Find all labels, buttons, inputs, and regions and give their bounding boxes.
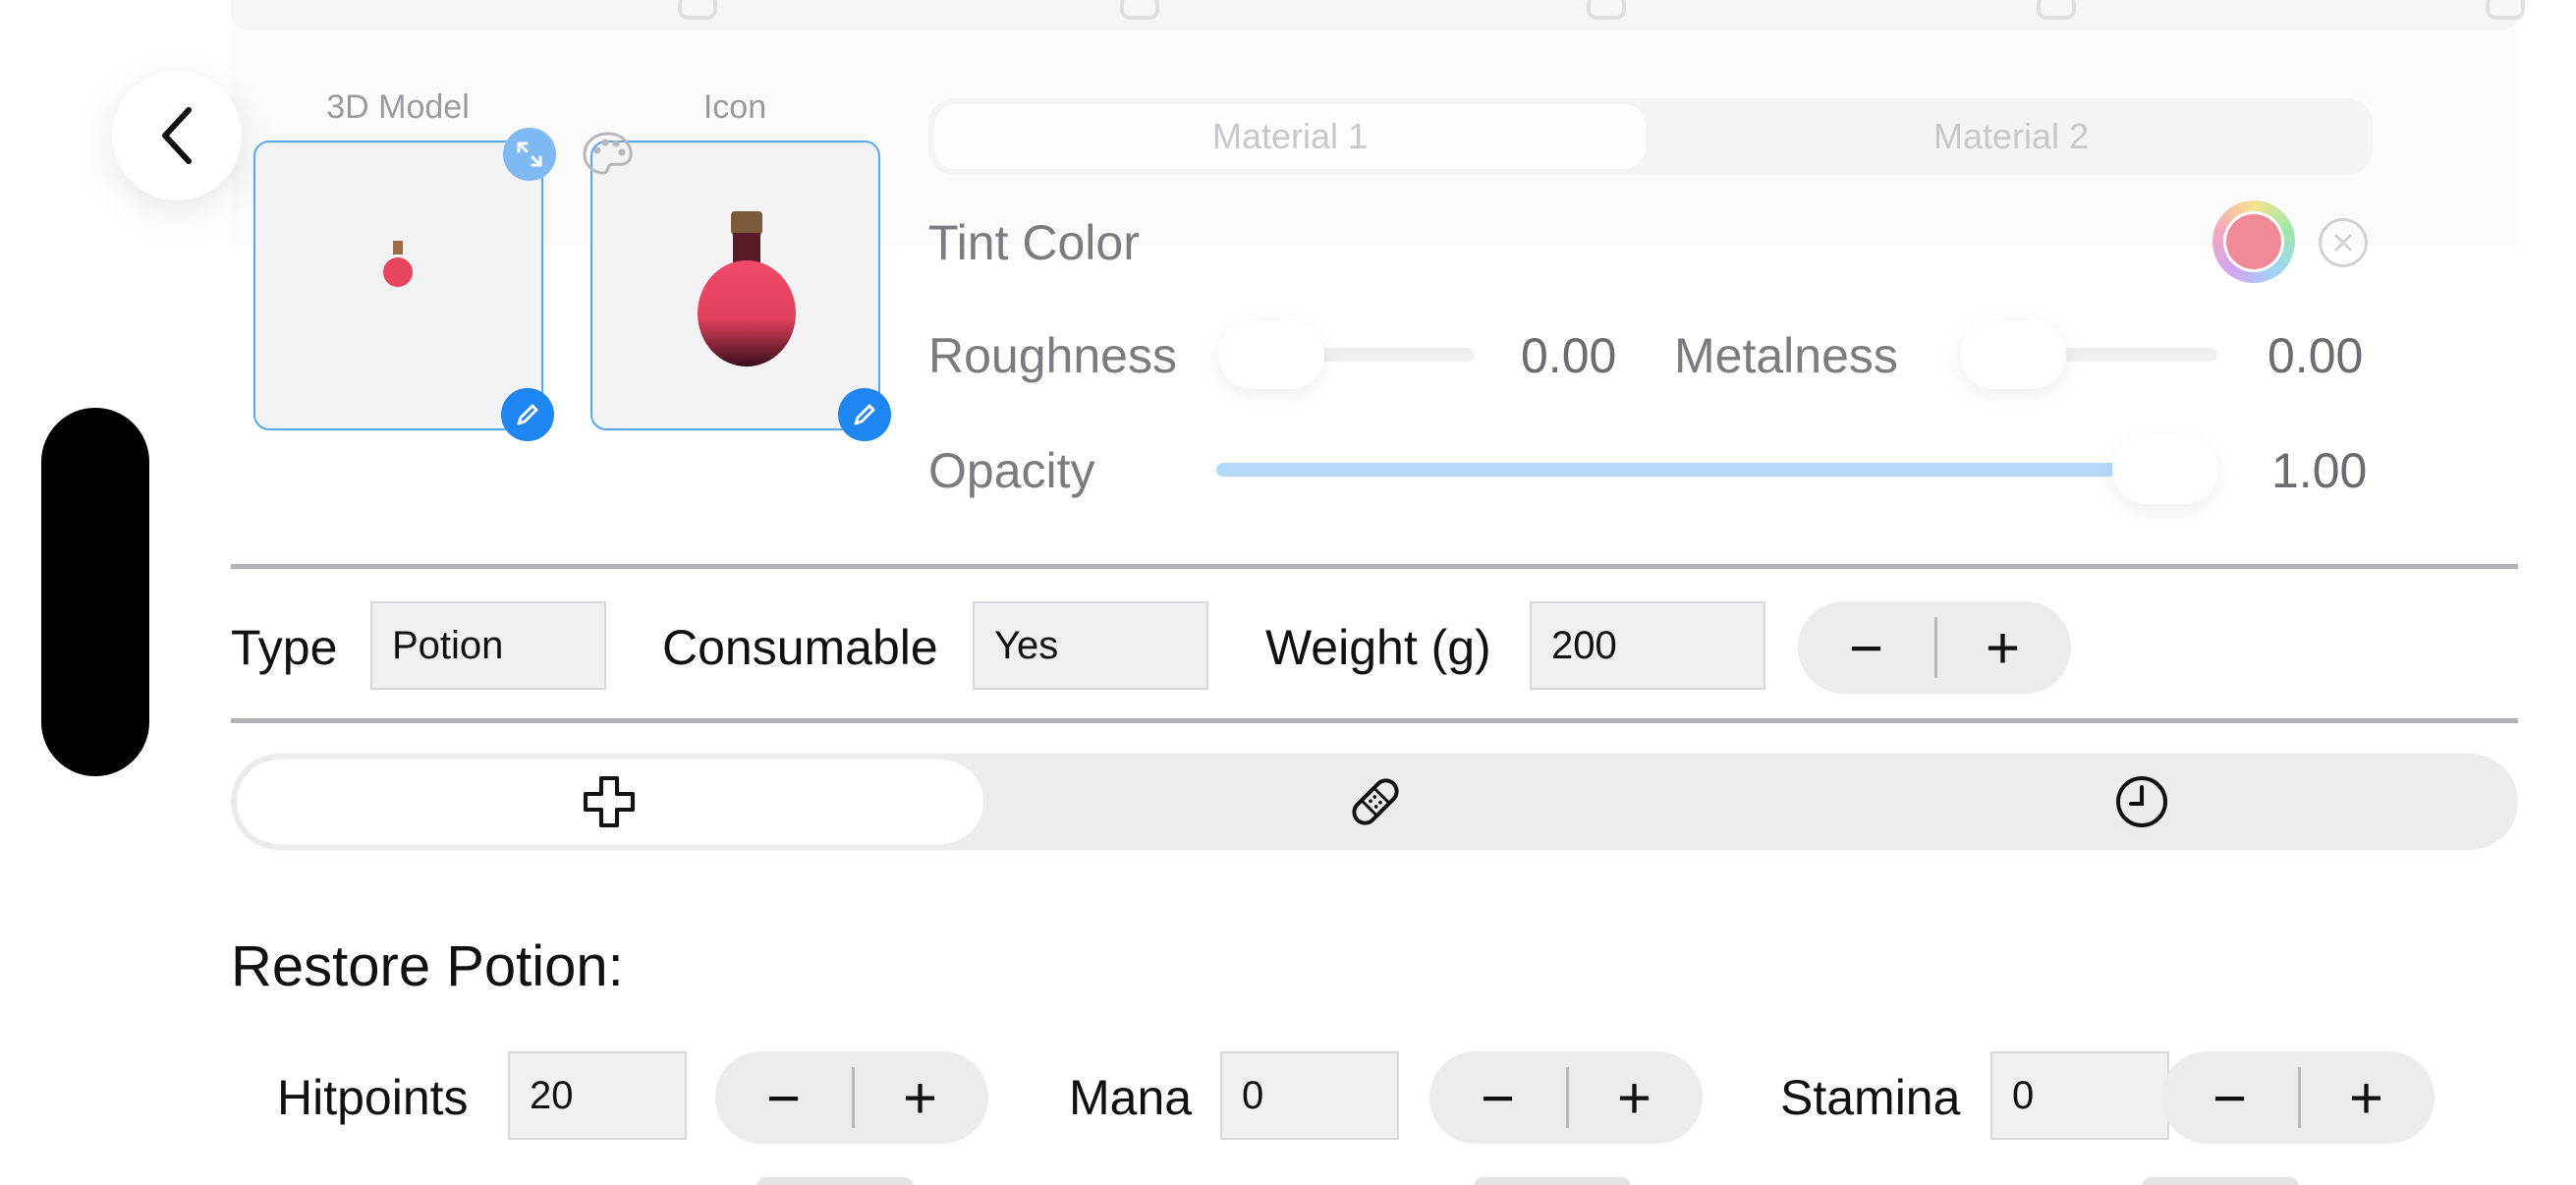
- stamina-field[interactable]: 0: [1990, 1051, 2169, 1140]
- next-row-control: [1474, 1177, 1631, 1185]
- potion-small-icon: [383, 241, 413, 287]
- hitpoints-decrement-button[interactable]: −: [715, 1051, 852, 1144]
- pencil-icon: [517, 404, 538, 425]
- hitpoints-field[interactable]: 20: [508, 1051, 687, 1140]
- shield-icon[interactable]: [2486, 0, 2525, 20]
- mana-label: Mana: [1069, 1070, 1193, 1125]
- mana-field[interactable]: 0: [1220, 1051, 1399, 1140]
- tint-color-label: Tint Color: [928, 215, 1140, 270]
- type-label: Type: [231, 620, 338, 675]
- icon-preview[interactable]: [590, 141, 880, 430]
- side-handle[interactable]: [41, 408, 149, 776]
- consumable-label: Consumable: [662, 620, 938, 675]
- search-icon[interactable]: [1120, 0, 1159, 20]
- edit-icon-button[interactable]: [838, 388, 891, 441]
- material-tabs: Material 1 Material 2: [928, 98, 2373, 175]
- roughness-slider-knob[interactable]: [1218, 320, 1324, 389]
- next-row-control: [2142, 1177, 2299, 1185]
- metalness-slider-knob[interactable]: [1960, 320, 2066, 389]
- bandage-icon[interactable]: [1346, 772, 1405, 831]
- hitpoints-label: Hitpoints: [277, 1070, 469, 1125]
- clock-icon[interactable]: [2112, 772, 2171, 831]
- icon-label: Icon: [702, 88, 767, 126]
- stamina-increment-button[interactable]: +: [2298, 1051, 2435, 1144]
- weight-decrement-button[interactable]: −: [1798, 601, 1934, 694]
- weight-label: Weight (g): [1265, 620, 1491, 675]
- opacity-value: 1.00: [2271, 443, 2368, 498]
- mana-increment-button[interactable]: +: [1566, 1051, 1703, 1144]
- metalness-value: 0.00: [2268, 328, 2364, 383]
- layers-icon[interactable]: [1587, 0, 1626, 20]
- stamina-stepper: − +: [2161, 1051, 2435, 1144]
- roughness-label: Roughness: [928, 328, 1177, 383]
- hitpoints-stepper: − +: [715, 1051, 988, 1144]
- opacity-slider-fill: [1216, 463, 2199, 477]
- expand-icon: [517, 141, 542, 167]
- tint-color-swatch[interactable]: [2212, 200, 2295, 283]
- back-button[interactable]: [112, 71, 242, 200]
- bell-icon[interactable]: [2037, 0, 2076, 20]
- divider: [231, 718, 2518, 723]
- potion-bottle-icon: [698, 211, 796, 367]
- palette-icon[interactable]: [582, 131, 635, 181]
- consumable-field[interactable]: Yes: [973, 601, 1208, 690]
- model-preview[interactable]: [253, 141, 543, 430]
- close-icon: [2334, 234, 2352, 252]
- tab-material-2[interactable]: Material 2: [1655, 104, 2367, 169]
- weight-increment-button[interactable]: +: [1934, 601, 2071, 694]
- plus-outline-icon[interactable]: [580, 772, 639, 831]
- next-row-control: [756, 1177, 914, 1185]
- expand-button[interactable]: [503, 128, 556, 181]
- tab-material-1[interactable]: Material 1: [934, 104, 1646, 169]
- stamina-label: Stamina: [1780, 1070, 1961, 1125]
- hitpoints-increment-button[interactable]: +: [852, 1051, 988, 1144]
- divider: [231, 564, 2518, 569]
- stamina-decrement-button[interactable]: −: [2161, 1051, 2298, 1144]
- type-field[interactable]: Potion: [370, 601, 606, 690]
- metalness-label: Metalness: [1674, 328, 1898, 383]
- opacity-label: Opacity: [928, 443, 1095, 498]
- model-label: 3D Model: [326, 88, 470, 126]
- clear-tint-button[interactable]: [2319, 218, 2368, 267]
- mana-stepper: − +: [1429, 1051, 1703, 1144]
- brush-icon[interactable]: [678, 0, 717, 20]
- top-toolbar: [231, 0, 2525, 29]
- edit-model-button[interactable]: [501, 388, 554, 441]
- chevron-left-icon: [162, 107, 192, 164]
- mana-decrement-button[interactable]: −: [1429, 1051, 1566, 1144]
- weight-stepper: − +: [1798, 601, 2071, 694]
- weight-field[interactable]: 200: [1530, 601, 1765, 690]
- section-title: Restore Potion:: [231, 934, 624, 998]
- opacity-slider-knob[interactable]: [2112, 435, 2218, 504]
- roughness-value: 0.00: [1521, 328, 1617, 383]
- pencil-icon: [854, 404, 875, 425]
